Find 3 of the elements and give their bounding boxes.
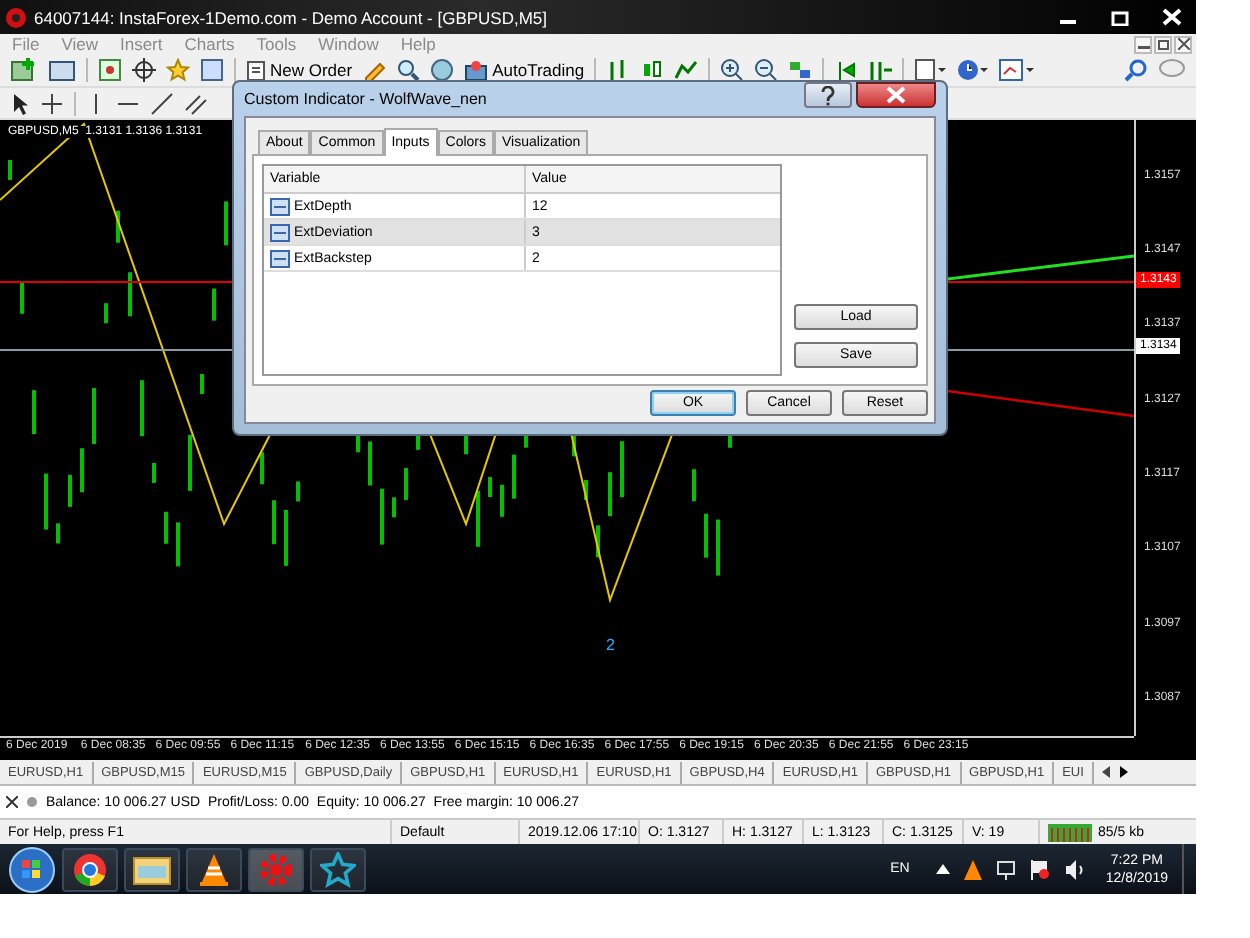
window-title: 64007144: InstaForex-1Demo.com - Demo Account - [GBPUSD,M5] — [34, 7, 548, 27]
dialog-title: Custom Indicator - WolfWave_nen — [244, 90, 487, 108]
wave-label: 2 — [606, 635, 615, 654]
